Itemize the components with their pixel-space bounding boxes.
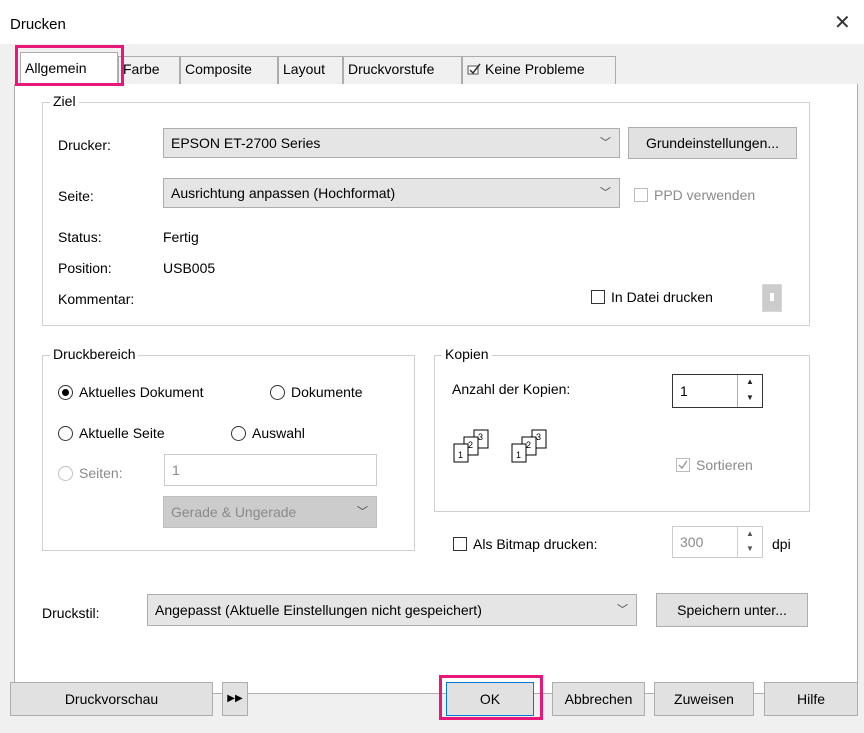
drucker-label: Drucker: [58, 137, 111, 153]
radio-aktuelles-dokument[interactable] [58, 385, 73, 400]
page-number: 2 [526, 440, 532, 450]
group-ziel-legend: Ziel [50, 93, 79, 109]
file-browse-button[interactable] [762, 284, 782, 312]
radio-seiten[interactable] [58, 466, 73, 481]
tab-keine-probleme[interactable]: Keine Probleme [462, 56, 616, 84]
position-label: Position: [58, 260, 112, 276]
collate-pages-icon-2: 1 2 3 [510, 428, 562, 464]
spin-down-icon[interactable]: ▼ [738, 542, 762, 557]
tab-composite-label: Composite [185, 61, 252, 77]
speichern-unter-button[interactable]: Speichern unter... [656, 593, 808, 627]
radio-dokumente[interactable] [270, 385, 285, 400]
page-number: 1 [516, 450, 522, 460]
drucker-select[interactable]: EPSON ET-2700 Series ﹀ [163, 128, 620, 158]
ppd-label: PPD verwenden [654, 187, 756, 203]
druckstil-value: Angepasst (Aktuelle Einstellungen nicht … [155, 602, 482, 618]
druckvorschau-button[interactable]: Druckvorschau [10, 682, 213, 716]
seite-select-value: Ausrichtung anpassen (Hochformat) [171, 185, 396, 201]
radio-auswahl[interactable] [231, 426, 246, 441]
chevron-down-icon: ﹀ [617, 604, 628, 616]
grundeinstellungen-button[interactable]: Grundeinstellungen... [628, 127, 797, 159]
collate-pages-icon-1: 1 2 3 [452, 428, 504, 464]
position-value: USB005 [163, 260, 216, 276]
abbrechen-button[interactable]: Abbrechen [552, 682, 645, 716]
spin-down-icon[interactable]: ▼ [738, 391, 762, 407]
ellipsis-icon [770, 293, 774, 301]
preflight-check-icon [467, 62, 481, 75]
window-title: Drucken [10, 16, 66, 33]
gerade-ungerade-value: Gerade & Ungerade [171, 504, 297, 520]
sortieren-checkbox[interactable] [676, 458, 690, 472]
tab-layout[interactable]: Layout [278, 56, 343, 84]
page-number: 1 [458, 450, 464, 460]
tab-keine-probleme-label: Keine Probleme [485, 61, 585, 77]
in-datei-label: In Datei drucken [611, 289, 713, 305]
dokumente-label: Dokumente [291, 384, 363, 400]
chevron-down-icon: ﹀ [600, 187, 611, 199]
ppd-checkbox[interactable] [634, 188, 648, 202]
tab-druckvorstufe-label: Druckvorstufe [348, 61, 435, 77]
highlight-ok-button [439, 675, 543, 720]
title-bar [0, 0, 864, 44]
druckstil-select[interactable]: Angepasst (Aktuelle Einstellungen nicht … [147, 594, 637, 626]
spin-up-icon[interactable]: ▲ [738, 527, 762, 542]
tab-druckvorstufe[interactable]: Druckvorstufe [343, 56, 462, 84]
kommentar-label: Kommentar: [58, 291, 135, 307]
sortieren-label: Sortieren [696, 457, 753, 473]
chevron-down-icon: ﹀ [357, 506, 368, 518]
double-chevron-right-icon: ▶▶ [227, 693, 243, 704]
hilfe-button[interactable]: Hilfe [764, 682, 858, 716]
dpi-unit: dpi [772, 536, 791, 552]
druckstil-label: Druckstil: [42, 605, 100, 621]
zuweisen-button[interactable]: Zuweisen [654, 682, 754, 716]
tab-layout-label: Layout [283, 61, 326, 77]
anzahl-kopien-spinner[interactable]: ▲ ▼ [737, 375, 762, 407]
dpi-value: 300 [680, 534, 704, 550]
highlight-tab-allgemein [15, 45, 124, 86]
seiten-label: Seiten: [79, 465, 123, 481]
page-number: 2 [468, 440, 474, 450]
bitmap-label: Als Bitmap drucken: [473, 536, 598, 552]
drucker-select-value: EPSON ET-2700 Series [171, 135, 321, 151]
status-label: Status: [58, 229, 102, 245]
page-number: 3 [536, 432, 542, 442]
status-value: Fertig [163, 229, 199, 245]
anzahl-kopien-value: 1 [680, 383, 688, 399]
anzahl-kopien-label: Anzahl der Kopien: [452, 381, 571, 397]
seiten-input[interactable]: 1 [164, 454, 377, 486]
tab-composite[interactable]: Composite [180, 56, 278, 84]
gerade-ungerade-select[interactable]: Gerade & Ungerade ﹀ [163, 496, 377, 528]
seite-select[interactable]: Ausrichtung anpassen (Hochformat) ﹀ [163, 178, 620, 208]
close-icon[interactable]: ✕ [834, 10, 851, 35]
chevron-down-icon: ﹀ [600, 137, 611, 149]
aktuelle-seite-label: Aktuelle Seite [79, 425, 165, 441]
seite-label: Seite: [58, 188, 94, 204]
checkmark-icon [678, 460, 688, 470]
aktuelles-dokument-label: Aktuelles Dokument [79, 384, 204, 400]
bitmap-checkbox[interactable] [453, 537, 467, 551]
auswahl-label: Auswahl [252, 425, 305, 441]
expand-preview-button[interactable]: ▶▶ [222, 682, 248, 716]
page-number: 3 [478, 432, 484, 442]
group-druckbereich-legend: Druckbereich [50, 346, 139, 362]
dpi-spinner[interactable]: ▲ ▼ [737, 527, 762, 557]
group-kopien-legend: Kopien [442, 346, 492, 362]
radio-aktuelle-seite[interactable] [58, 426, 73, 441]
in-datei-checkbox[interactable] [591, 290, 605, 304]
spin-up-icon[interactable]: ▲ [738, 375, 762, 391]
tab-farbe[interactable]: Farbe [118, 56, 180, 84]
tab-farbe-label: Farbe [123, 61, 160, 77]
